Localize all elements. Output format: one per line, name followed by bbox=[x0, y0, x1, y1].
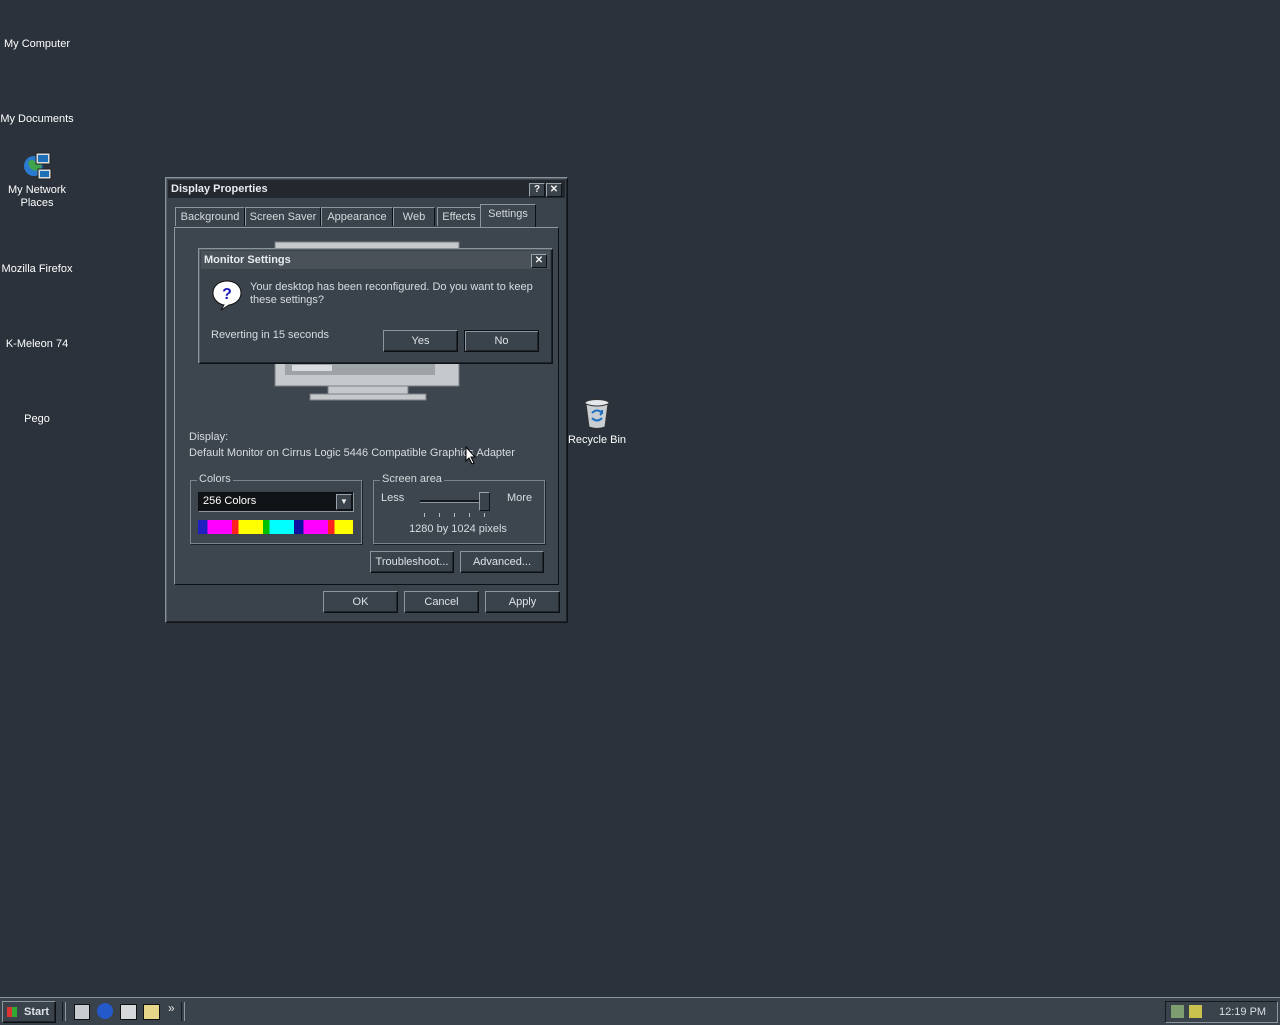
tab-label: Appearance bbox=[327, 211, 387, 223]
desktop-icon-label: Mozilla Firefox bbox=[1, 263, 73, 275]
ok-button[interactable]: OK bbox=[323, 591, 398, 613]
button-label: Advanced... bbox=[472, 556, 532, 568]
colors-group: Colors 256 Colors ▼ bbox=[190, 473, 362, 544]
troubleshoot-button[interactable]: Troubleshoot... bbox=[370, 551, 454, 573]
tab-settings[interactable]: Settings bbox=[480, 204, 536, 227]
tab-effects[interactable]: Effects bbox=[437, 207, 481, 226]
countdown-text: Reverting in 15 seconds bbox=[211, 329, 330, 341]
network-places-icon bbox=[24, 152, 52, 180]
button-label: Troubleshoot... bbox=[375, 556, 449, 568]
mouse-cursor-icon bbox=[465, 446, 477, 465]
apply-button[interactable]: Apply bbox=[485, 591, 560, 613]
tab-label: Web bbox=[402, 211, 426, 223]
desktop-icon-my-computer[interactable]: My Computer bbox=[0, 38, 74, 51]
network-tray-icon[interactable] bbox=[1171, 1005, 1184, 1018]
system-tray: 12:19 PM bbox=[1165, 1001, 1278, 1023]
display-label: Display: bbox=[189, 431, 229, 443]
desktop-icon-recycle-bin[interactable]: Recycle Bin bbox=[560, 398, 634, 447]
tab-label: Screen Saver bbox=[249, 211, 317, 223]
dialog-titlebar[interactable]: Monitor Settings ✕ bbox=[201, 251, 550, 269]
desktop-icon-my-network-places[interactable]: My Network Places bbox=[0, 150, 74, 210]
desktop-icon-my-documents[interactable]: My Documents bbox=[0, 113, 74, 126]
taskbar: Start » 12:19 PM bbox=[0, 997, 1280, 1025]
monitor-settings-dialog: Monitor Settings ✕ ? Your desktop has be… bbox=[198, 248, 553, 364]
less-label: Less bbox=[381, 492, 405, 504]
quick-launch-desktop-icon[interactable] bbox=[74, 1004, 90, 1020]
resolution-slider-thumb[interactable] bbox=[479, 492, 490, 511]
screen-area-group-label: Screen area bbox=[380, 473, 444, 485]
resolution-text: 1280 by 1024 pixels bbox=[409, 523, 507, 535]
close-icon: ✕ bbox=[534, 255, 544, 266]
button-label: OK bbox=[352, 596, 369, 608]
clock[interactable]: 12:19 PM bbox=[1219, 1006, 1266, 1018]
desktop-icon-pego[interactable]: Pego bbox=[0, 413, 74, 426]
desktop-icon-label: Pego bbox=[24, 413, 50, 425]
dialog-message: Your desktop has been reconfigured. Do y… bbox=[250, 281, 533, 306]
colors-select-value: 256 Colors bbox=[203, 495, 257, 507]
screen-area-group: Screen area Less More 1280 by 1024 pixel… bbox=[373, 473, 545, 544]
button-label: No bbox=[494, 335, 509, 347]
window-title: Display Properties bbox=[171, 183, 268, 195]
dialog-title: Monitor Settings bbox=[204, 254, 291, 266]
quick-launch-overflow-icon[interactable]: » bbox=[168, 1001, 175, 1015]
tab-screen-saver[interactable]: Screen Saver bbox=[245, 207, 321, 226]
quick-launch-outlook-icon[interactable] bbox=[120, 1004, 137, 1020]
quick-launch-ie-icon[interactable] bbox=[97, 1003, 113, 1019]
advanced-button[interactable]: Advanced... bbox=[460, 551, 544, 573]
taskbar-separator bbox=[181, 1002, 185, 1021]
no-button[interactable]: No bbox=[464, 330, 539, 352]
yes-button[interactable]: Yes bbox=[383, 330, 458, 352]
tab-label: Settings bbox=[488, 208, 528, 220]
chevron-down-icon[interactable]: ▼ bbox=[336, 494, 352, 510]
close-icon: ✕ bbox=[549, 184, 559, 195]
close-button[interactable]: ✕ bbox=[546, 183, 562, 197]
taskbar-separator bbox=[62, 1002, 66, 1021]
volume-tray-icon[interactable] bbox=[1189, 1005, 1202, 1018]
tab-label: Background bbox=[180, 211, 240, 223]
tab-appearance[interactable]: Appearance bbox=[321, 207, 393, 226]
more-label: More bbox=[507, 492, 533, 504]
desktop-icon-mozilla-firefox[interactable]: Mozilla Firefox bbox=[0, 263, 74, 276]
question-icon: ? bbox=[212, 280, 242, 311]
colors-group-label: Colors bbox=[197, 473, 233, 485]
button-label: Apply bbox=[508, 596, 537, 608]
start-button[interactable]: Start bbox=[2, 1001, 56, 1023]
quick-launch-explorer-icon[interactable] bbox=[143, 1004, 160, 1020]
cancel-button[interactable]: Cancel bbox=[404, 591, 479, 613]
svg-text:?: ? bbox=[222, 286, 232, 303]
desktop-icon-label: My Network Places bbox=[7, 184, 67, 209]
tab-label: Effects bbox=[442, 211, 476, 223]
tab-background[interactable]: Background bbox=[175, 207, 245, 226]
colors-select[interactable]: 256 Colors ▼ bbox=[198, 492, 354, 512]
tab-strip: Background Screen Saver Appearance Web E… bbox=[175, 204, 560, 227]
resolution-slider-track[interactable] bbox=[420, 500, 488, 503]
tab-web[interactable]: Web bbox=[393, 207, 435, 226]
slider-ticks bbox=[424, 513, 489, 517]
close-button[interactable]: ✕ bbox=[531, 254, 547, 268]
desktop-icon-label: My Computer bbox=[3, 38, 71, 50]
color-palette-bar bbox=[198, 520, 353, 534]
windows-logo-icon bbox=[7, 1007, 17, 1017]
button-label: Yes bbox=[411, 335, 430, 347]
desktop-icon-label: Recycle Bin bbox=[567, 434, 627, 446]
desktop-icon-label: K-Meleon 74 bbox=[5, 338, 69, 350]
help-icon: ? bbox=[533, 184, 541, 195]
help-button[interactable]: ? bbox=[529, 183, 545, 197]
display-properties-window: Display Properties ? ✕ Background Screen… bbox=[165, 177, 568, 623]
recycle-bin-icon bbox=[584, 399, 610, 429]
desktop-icon-label: My Documents bbox=[0, 113, 74, 125]
start-label: Start bbox=[24, 1006, 50, 1018]
desktop-icon-k-meleon[interactable]: K-Meleon 74 bbox=[0, 338, 74, 351]
button-label: Cancel bbox=[424, 596, 459, 608]
window-titlebar[interactable]: Display Properties ? ✕ bbox=[168, 180, 565, 198]
